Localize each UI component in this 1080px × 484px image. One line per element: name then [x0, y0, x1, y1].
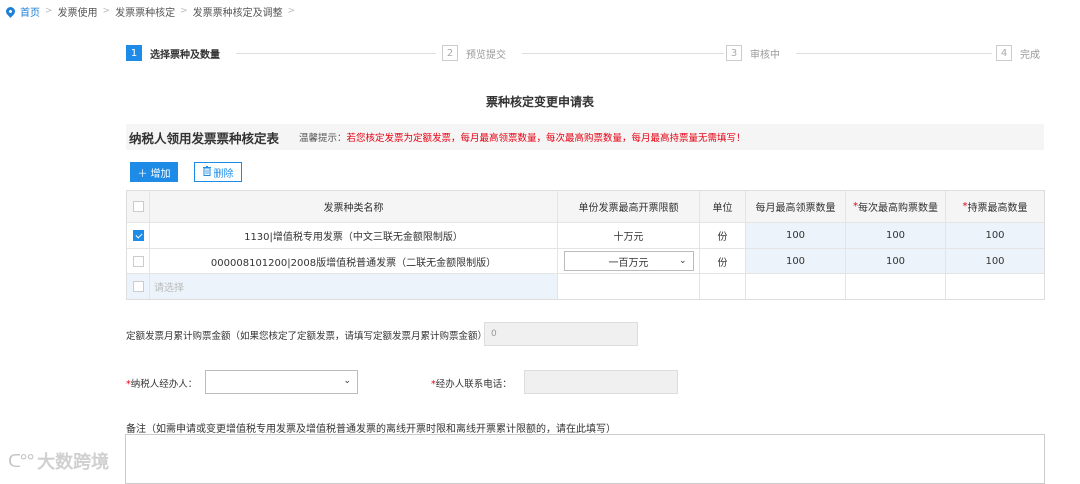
quota-label: 定额发票月累计购票金额（如果您核定了定额发票，请填写定额发票月累计购票金额）：	[126, 331, 492, 342]
table-row[interactable]: 000008101200|2008版增值税普通发票（二联无金额限制版） 一百万元…	[127, 249, 1044, 274]
tip-label: 温馨提示：	[299, 133, 347, 144]
agent-label: *纳税人经办人：	[126, 376, 197, 390]
header-monthly-max: 每月最高领票数量	[746, 191, 846, 222]
row-unit: 份	[700, 249, 746, 273]
select-placeholder: 请选择	[154, 283, 184, 294]
breadcrumb: 首页 > 发票使用 > 发票票种核定 > 发票票种核定及调整 >	[4, 3, 300, 19]
row-name: 000008101200|2008版增值税普通发票（二联无金额限制版）	[150, 249, 558, 273]
header-per-purchase-max: * 每次最高购票数量	[846, 191, 946, 222]
empty-cell	[946, 274, 1044, 299]
invoice-type-table: 发票种类名称 单份发票最高开票限额 单位 每月最高领票数量 * 每次最高购票数量 …	[126, 190, 1045, 300]
table-header-row: 发票种类名称 单份发票最高开票限额 单位 每月最高领票数量 * 每次最高购票数量 …	[127, 191, 1044, 223]
watermark: ᑕ°° 大数跨境	[8, 448, 109, 474]
step-connector	[236, 53, 436, 54]
breadcrumb-item-invoice-use[interactable]: 发票使用	[58, 4, 98, 19]
step-connector	[522, 53, 724, 54]
row-monthly-max-input[interactable]: 100	[746, 223, 846, 248]
row-checkbox-cell	[127, 249, 150, 273]
breadcrumb-separator: >	[180, 6, 188, 16]
watermark-logo-icon: ᑕ°°	[8, 450, 35, 472]
step-2: 2 预览提交	[442, 45, 512, 61]
limit-select-value: 一百万元	[608, 257, 649, 269]
row-unit: 份	[700, 223, 746, 248]
step-progress: 1 选择票种及数量 2 预览提交 3 审核中 4 完成	[126, 45, 1046, 63]
row-holding-max-input[interactable]: 100	[946, 223, 1044, 248]
invoice-type-select[interactable]: 请选择	[150, 274, 558, 299]
step-label: 选择票种及数量	[150, 49, 220, 61]
row-checkbox-checked[interactable]	[132, 230, 144, 241]
row-limit: 十万元	[558, 223, 700, 248]
breadcrumb-separator: >	[102, 6, 111, 16]
step-label: 审核中	[750, 49, 780, 61]
delete-button-label: 删除	[213, 168, 234, 180]
header-holding-max-label: 持票最高数量	[967, 203, 1028, 214]
row-name: 1130|增值税专用发票（中文三联无金额限制版）	[150, 223, 558, 248]
add-button[interactable]: ＋ 增加	[130, 162, 178, 182]
empty-cell	[700, 274, 746, 299]
quota-input[interactable]: 0	[484, 322, 638, 346]
step-1: 1 选择票种及数量	[126, 45, 226, 61]
section-title: 纳税人领用发票票种核定表	[129, 130, 280, 146]
plus-icon: ＋	[137, 168, 148, 180]
header-name: 发票种类名称	[150, 191, 558, 222]
section-header: 纳税人领用发票票种核定表 温馨提示： 若您核定发票为定额发票，每月最高领票数量，…	[126, 124, 1044, 150]
row-per-purchase-max-input[interactable]: 100	[846, 223, 946, 248]
row-monthly-max-input[interactable]: 100	[746, 249, 846, 273]
step-4: 4 完成	[996, 45, 1046, 61]
phone-input[interactable]	[524, 370, 678, 394]
row-checkbox[interactable]	[132, 255, 144, 267]
step-label: 完成	[1020, 49, 1040, 61]
form-title: 票种核定变更申请表	[485, 95, 594, 109]
breadcrumb-item-current: 发票票种核定及调整	[192, 7, 283, 19]
row-limit-cell: 一百万元 ⌄	[558, 249, 700, 273]
tip-text: 若您核定发票为定额发票，每月最高领票数量，每次最高购票数量，每月最高持票量无需填…	[346, 133, 746, 144]
phone-label-text: 经办人联系电话：	[435, 379, 512, 390]
agent-select[interactable]: ⌄	[205, 370, 358, 394]
trash-icon	[202, 165, 211, 179]
step-number: 4	[996, 45, 1012, 61]
header-holding-max: * 持票最高数量	[946, 191, 1044, 222]
remarks-textarea[interactable]	[125, 434, 1045, 484]
step-number: 1	[126, 45, 142, 61]
table-row-empty[interactable]: 请选择	[127, 274, 1044, 299]
empty-cell	[746, 274, 846, 299]
breadcrumb-item-invoice-type[interactable]: 发票票种核定	[115, 4, 175, 19]
breadcrumb-separator: >	[287, 6, 296, 16]
header-per-purchase-max-label: 每次最高购票数量	[858, 203, 938, 214]
header-checkbox-cell	[127, 191, 150, 222]
empty-cell	[558, 274, 700, 299]
chevron-down-icon: ⌄	[343, 376, 351, 386]
breadcrumb-separator: >	[45, 6, 53, 16]
header-unit: 单位	[700, 191, 746, 222]
add-button-label: 增加	[150, 168, 171, 180]
location-pin-icon	[4, 4, 17, 18]
step-label: 预览提交	[466, 49, 506, 61]
delete-button[interactable]: 删除	[194, 162, 242, 182]
agent-label-text: 纳税人经办人：	[130, 379, 198, 390]
phone-label: *经办人联系电话：	[431, 376, 512, 390]
watermark-text: 大数跨境	[37, 452, 110, 473]
empty-cell	[846, 274, 946, 299]
row-per-purchase-max-input[interactable]: 100	[846, 249, 946, 273]
step-number: 3	[726, 45, 742, 61]
header-limit: 单份发票最高开票限额	[558, 191, 700, 222]
table-row[interactable]: 1130|增值税专用发票（中文三联无金额限制版） 十万元 份 100 100 1…	[127, 223, 1044, 249]
row-checkbox[interactable]	[132, 281, 144, 292]
breadcrumb-home-link[interactable]: 首页	[20, 4, 40, 19]
row-holding-max-input[interactable]: 100	[946, 249, 1044, 273]
row-checkbox-cell	[127, 223, 150, 248]
step-number: 2	[442, 45, 458, 61]
select-all-checkbox[interactable]	[132, 201, 144, 212]
limit-select[interactable]: 一百万元 ⌄	[563, 251, 694, 271]
chevron-down-icon: ⌄	[678, 256, 687, 266]
step-connector	[796, 53, 992, 54]
remarks-label: 备注（如需申请或变更增值税专用发票及增值税普通发票的离线开票时限和离线开票累计限…	[126, 424, 616, 435]
step-3: 3 审核中	[726, 45, 786, 61]
row-checkbox-cell	[127, 274, 150, 299]
